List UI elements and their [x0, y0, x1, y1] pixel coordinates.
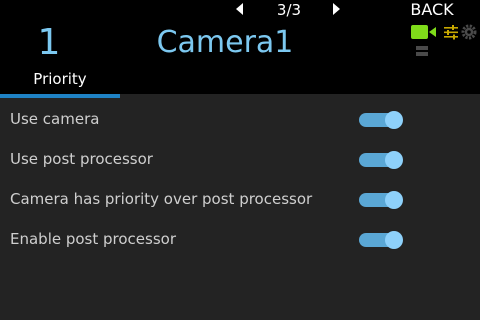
tab-priority-label: Priority — [33, 70, 87, 88]
setting-row-use-post-processor: Use post processor — [0, 140, 480, 180]
setting-row-camera-priority: Camera has priority over post processor — [0, 180, 480, 220]
list-icon[interactable] — [416, 46, 428, 58]
use-post-processor-toggle[interactable] — [359, 149, 403, 171]
camera-header: 1 Camera1 Priority — [0, 20, 480, 98]
sliders-icon[interactable] — [443, 24, 459, 40]
page-indicator: 3/3 — [276, 1, 302, 19]
toggle-knob — [385, 191, 403, 209]
next-page-icon[interactable] — [332, 2, 342, 16]
toggle-knob — [385, 111, 403, 129]
setting-row-enable-post-processor: Enable post processor — [0, 220, 480, 260]
setting-label: Use camera — [10, 110, 100, 128]
top-bar: 3/3 BACK — [0, 0, 480, 20]
toggle-knob — [385, 151, 403, 169]
camera-title: Camera1 — [156, 25, 294, 60]
use-camera-toggle[interactable] — [359, 109, 403, 131]
active-tab-indicator — [0, 94, 120, 98]
toggle-knob — [385, 231, 403, 249]
camera-priority-toggle[interactable] — [359, 189, 403, 211]
previous-page-icon[interactable] — [235, 2, 245, 16]
tab-priority[interactable]: Priority — [0, 64, 120, 98]
enable-post-processor-toggle[interactable] — [359, 229, 403, 251]
setting-label: Enable post processor — [10, 230, 177, 248]
gear-icon[interactable] — [460, 23, 478, 41]
setting-label: Use post processor — [10, 150, 153, 168]
camera-icon[interactable] — [411, 24, 437, 40]
back-button[interactable]: BACK — [404, 0, 460, 20]
camera-number: 1 — [37, 22, 61, 63]
setting-label: Camera has priority over post processor — [10, 190, 313, 208]
setting-row-use-camera: Use camera — [0, 100, 480, 140]
